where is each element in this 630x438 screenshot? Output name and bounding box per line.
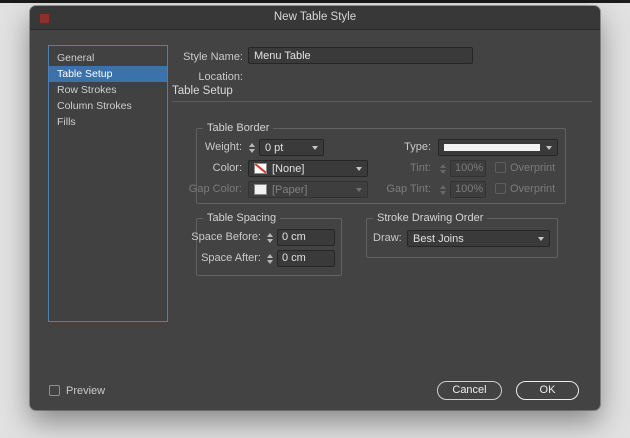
border-color-value: [None]: [272, 163, 304, 175]
gap-tint-stepper: [438, 182, 448, 197]
style-name-input[interactable]: [248, 47, 473, 64]
stroke-drawing-order-legend: Stroke Drawing Order: [373, 212, 487, 224]
dialog-title: New Table Style: [30, 11, 600, 23]
gap-tint-value-field: 100%: [450, 181, 486, 198]
dialog-titlebar[interactable]: New Table Style: [30, 6, 600, 30]
stepper-up-icon: [440, 185, 446, 189]
gap-color-label: Gap Color:: [189, 183, 242, 195]
style-settings-list: General Table Setup Row Strokes Column S…: [48, 45, 168, 322]
chevron-down-icon: [312, 146, 318, 150]
space-after-stepper[interactable]: [265, 251, 275, 266]
draw-label: Draw:: [373, 232, 402, 244]
weight-label: Weight:: [205, 141, 242, 153]
ok-button[interactable]: OK: [516, 381, 579, 400]
stepper-down-icon: [249, 149, 255, 153]
sidebar-item-column-strokes[interactable]: Column Strokes: [49, 98, 167, 114]
weight-value: 0 pt: [265, 142, 283, 154]
table-border-legend: Table Border: [203, 122, 273, 134]
draw-order-value: Best Joins: [413, 233, 464, 245]
sidebar-item-general[interactable]: General: [49, 50, 167, 66]
type-label: Type:: [404, 141, 431, 153]
table-border-group: Table Border Weight: 0 pt Type: Color: […: [196, 128, 566, 204]
draw-order-dropdown[interactable]: Best Joins: [407, 230, 550, 247]
gap-overprint-label: Overprint: [510, 183, 555, 195]
location-label: Location:: [198, 71, 243, 83]
paper-swatch-icon: [254, 184, 267, 195]
section-divider: [172, 101, 592, 102]
stepper-down-icon: [267, 260, 273, 264]
preview-label: Preview: [66, 385, 105, 397]
stroke-type-dropdown[interactable]: [438, 139, 558, 156]
stepper-up-icon: [267, 233, 273, 237]
screen-top-edge: [0, 0, 630, 3]
stepper-down-icon: [440, 191, 446, 195]
solid-stroke-preview-icon: [444, 144, 540, 151]
gap-color-value: [Paper]: [272, 184, 307, 196]
sidebar-item-fills[interactable]: Fills: [49, 114, 167, 130]
weight-dropdown[interactable]: 0 pt: [259, 139, 324, 156]
overprint-checkbox: [495, 162, 506, 173]
none-swatch-icon: [254, 163, 267, 174]
overprint-label: Overprint: [510, 162, 555, 174]
stepper-up-icon: [440, 164, 446, 168]
space-before-field[interactable]: 0 cm: [277, 229, 335, 246]
stepper-down-icon: [440, 170, 446, 174]
space-after-label: Space After:: [201, 252, 261, 264]
stepper-up-icon: [249, 143, 255, 147]
gap-overprint-checkbox: [495, 183, 506, 194]
cancel-button[interactable]: Cancel: [437, 381, 502, 400]
section-title: Table Setup: [172, 85, 233, 97]
tint-label: Tint:: [410, 162, 431, 174]
tint-stepper: [438, 161, 448, 176]
table-spacing-group: Table Spacing Space Before: 0 cm Space A…: [196, 218, 342, 276]
space-before-label: Space Before:: [191, 231, 261, 243]
space-before-stepper[interactable]: [265, 230, 275, 245]
new-table-style-dialog: New Table Style General Table Setup Row …: [30, 6, 600, 410]
stroke-drawing-order-group: Stroke Drawing Order Draw: Best Joins: [366, 218, 558, 258]
weight-stepper[interactable]: [247, 140, 257, 155]
style-name-label: Style Name:: [183, 51, 243, 63]
gap-tint-label: Gap Tint:: [386, 183, 431, 195]
space-after-field[interactable]: 0 cm: [277, 250, 335, 267]
chevron-down-icon: [356, 188, 362, 192]
preview-checkbox[interactable]: [49, 385, 60, 396]
chevron-down-icon: [356, 167, 362, 171]
color-label: Color:: [213, 162, 242, 174]
tint-value-field: 100%: [450, 160, 486, 177]
sidebar-item-row-strokes[interactable]: Row Strokes: [49, 82, 167, 98]
chevron-down-icon: [538, 237, 544, 241]
border-color-dropdown[interactable]: [None]: [248, 160, 368, 177]
gap-color-dropdown: [Paper]: [248, 181, 368, 198]
stepper-up-icon: [267, 254, 273, 258]
table-spacing-legend: Table Spacing: [203, 212, 280, 224]
chevron-down-icon: [546, 146, 552, 150]
sidebar-item-table-setup[interactable]: Table Setup: [49, 66, 167, 82]
stepper-down-icon: [267, 239, 273, 243]
